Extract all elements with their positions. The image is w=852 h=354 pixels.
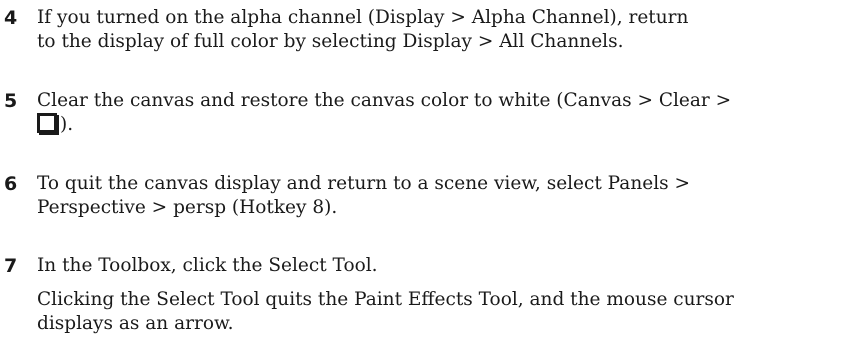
step-text: Clear the canvas and restore the canvas … [37,89,832,137]
step-text: If you turned on the alpha channel (Disp… [37,6,832,54]
step-text-line: In the Toolbox, click the Select Tool. [37,255,378,276]
step-note: Clicking the Select Tool quits the Paint… [37,288,832,336]
step-text-line-icon: ). [37,113,832,137]
step-number: 5 [4,90,18,112]
step-text: In the Toolbox, click the Select Tool. C… [37,254,832,336]
step-number: 7 [4,255,18,277]
step-text-line: Perspective > persp (Hotkey 8). [37,197,338,218]
step-note-line: Clicking the Select Tool quits the Paint… [37,289,734,310]
step-number: 4 [4,7,18,29]
step-number: 6 [4,173,18,195]
options-box-icon [37,113,57,133]
step-text: To quit the canvas display and return to… [37,172,832,220]
step-text-line: to the display of full color by selectin… [37,31,624,52]
document-page: 4 If you turned on the alpha channel (Di… [0,0,852,354]
step-text-line: To quit the canvas display and return to… [37,173,690,194]
step-text-after-icon: ). [60,114,74,135]
step-text-line: If you turned on the alpha channel (Disp… [37,7,689,28]
step-text-line: Clear the canvas and restore the canvas … [37,90,732,111]
step-note-line: displays as an arrow. [37,313,234,334]
